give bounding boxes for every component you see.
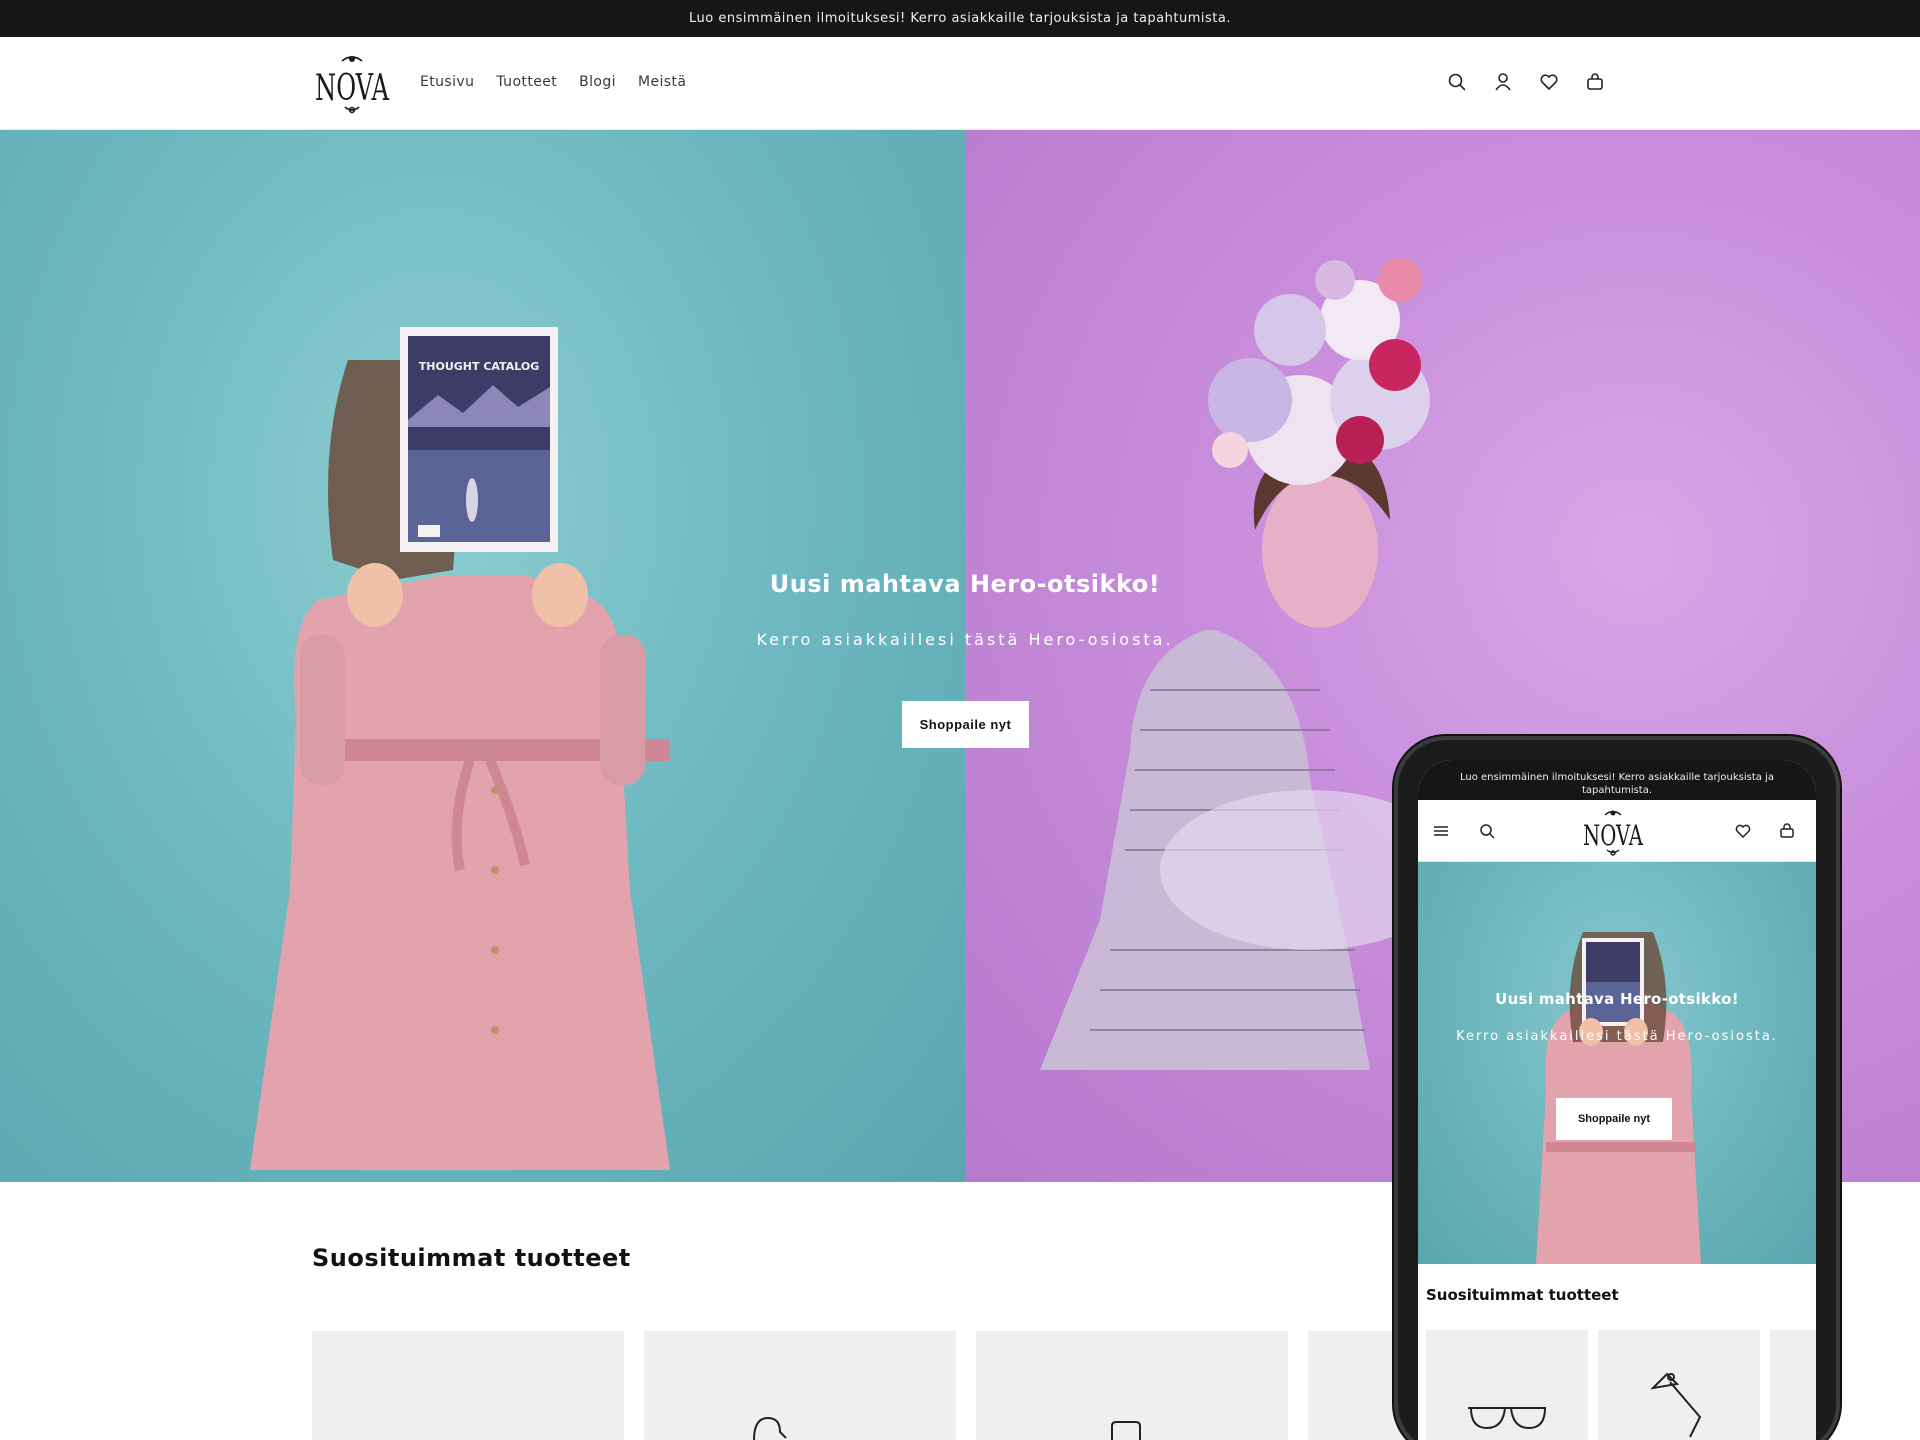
mobile-shop-now-button[interactable]: Shoppaile nyt: [1556, 1098, 1672, 1140]
search-icon[interactable]: [1446, 71, 1468, 93]
mobile-header: NOVA: [1418, 800, 1816, 862]
mobile-product-card[interactable]: [1598, 1330, 1760, 1440]
mobile-hero-banner: Uusi mahtava Hero-otsikko! Kerro asiakka…: [1418, 862, 1816, 1264]
desk-lamp-icon: [1650, 1372, 1702, 1438]
svg-text:NOVA: NOVA: [315, 68, 390, 109]
mobile-hero-illustration: [1536, 932, 1701, 1264]
mobile-product-card[interactable]: [1426, 1330, 1588, 1440]
nova-logo[interactable]: NOVA: [312, 53, 392, 115]
magazine-cover: THOUGHT CATALOG: [400, 327, 558, 552]
floral-headpiece: [1208, 258, 1430, 485]
product-card[interactable]: [312, 1331, 624, 1440]
mobile-announcement-bar: Luo ensimmäinen ilmoituksesi! Kerro asia…: [1418, 760, 1816, 800]
cart-bag-icon[interactable]: [1584, 71, 1606, 93]
svg-text:THOUGHT CATALOG: THOUGHT CATALOG: [419, 360, 539, 373]
nav-item-home[interactable]: Etusivu: [420, 74, 474, 90]
nav-item-about[interactable]: Meistä: [638, 74, 686, 90]
hero-subtitle: Kerro asiakkaillesi tästä Hero-osiosta.: [756, 630, 1174, 649]
cart-bag-icon[interactable]: [1778, 822, 1796, 840]
nav-item-blog[interactable]: Blogi: [579, 74, 616, 90]
wishlist-heart-icon[interactable]: [1538, 71, 1560, 93]
main-nav: Etusivu Tuotteet Blogi Meistä: [420, 74, 686, 90]
hero-title: Uusi mahtava Hero-otsikko!: [769, 570, 1161, 598]
header-icons: [1446, 71, 1606, 93]
search-icon[interactable]: [1478, 822, 1496, 840]
nav-item-products[interactable]: Tuotteet: [496, 74, 557, 90]
wishlist-heart-icon[interactable]: [1734, 822, 1752, 840]
product-thumbnail-icon: [1111, 1421, 1141, 1440]
mobile-nova-logo[interactable]: NOVA: [1580, 808, 1646, 856]
svg-text:NOVA: NOVA: [1583, 819, 1644, 852]
mobile-preview-phone: Luo ensimmäinen ilmoituksesi! Kerro asia…: [1394, 736, 1840, 1440]
mobile-announcement-text: Luo ensimmäinen ilmoituksesi! Kerro asia…: [1460, 772, 1774, 796]
mobile-screen: Luo ensimmäinen ilmoituksesi! Kerro asia…: [1418, 760, 1816, 1440]
mobile-hero-subtitle: Kerro asiakkaillesi tästä Hero-osiosta.: [1456, 1029, 1778, 1044]
products-section-title: Suosituimmat tuotteet: [312, 1244, 631, 1272]
site-header: NOVA Etusivu Tuotteet Blogi Meistä: [0, 37, 1920, 130]
mobile-products-section-title: Suosituimmat tuotteet: [1426, 1286, 1619, 1304]
announcement-bar: Luo ensimmäinen ilmoituksesi! Kerro asia…: [0, 0, 1920, 37]
product-thumbnail-icon: [753, 1416, 787, 1440]
product-card[interactable]: [644, 1331, 956, 1440]
mobile-hero-title: Uusi mahtava Hero-otsikko!: [1495, 990, 1739, 1008]
menu-icon[interactable]: [1432, 822, 1450, 840]
account-icon[interactable]: [1492, 71, 1514, 93]
product-card[interactable]: [976, 1331, 1288, 1440]
announcement-text: Luo ensimmäinen ilmoituksesi! Kerro asia…: [689, 11, 1231, 26]
shop-now-button[interactable]: Shoppaile nyt: [902, 701, 1029, 748]
glasses-icon: [1468, 1407, 1546, 1430]
mobile-product-card[interactable]: [1770, 1330, 1816, 1440]
